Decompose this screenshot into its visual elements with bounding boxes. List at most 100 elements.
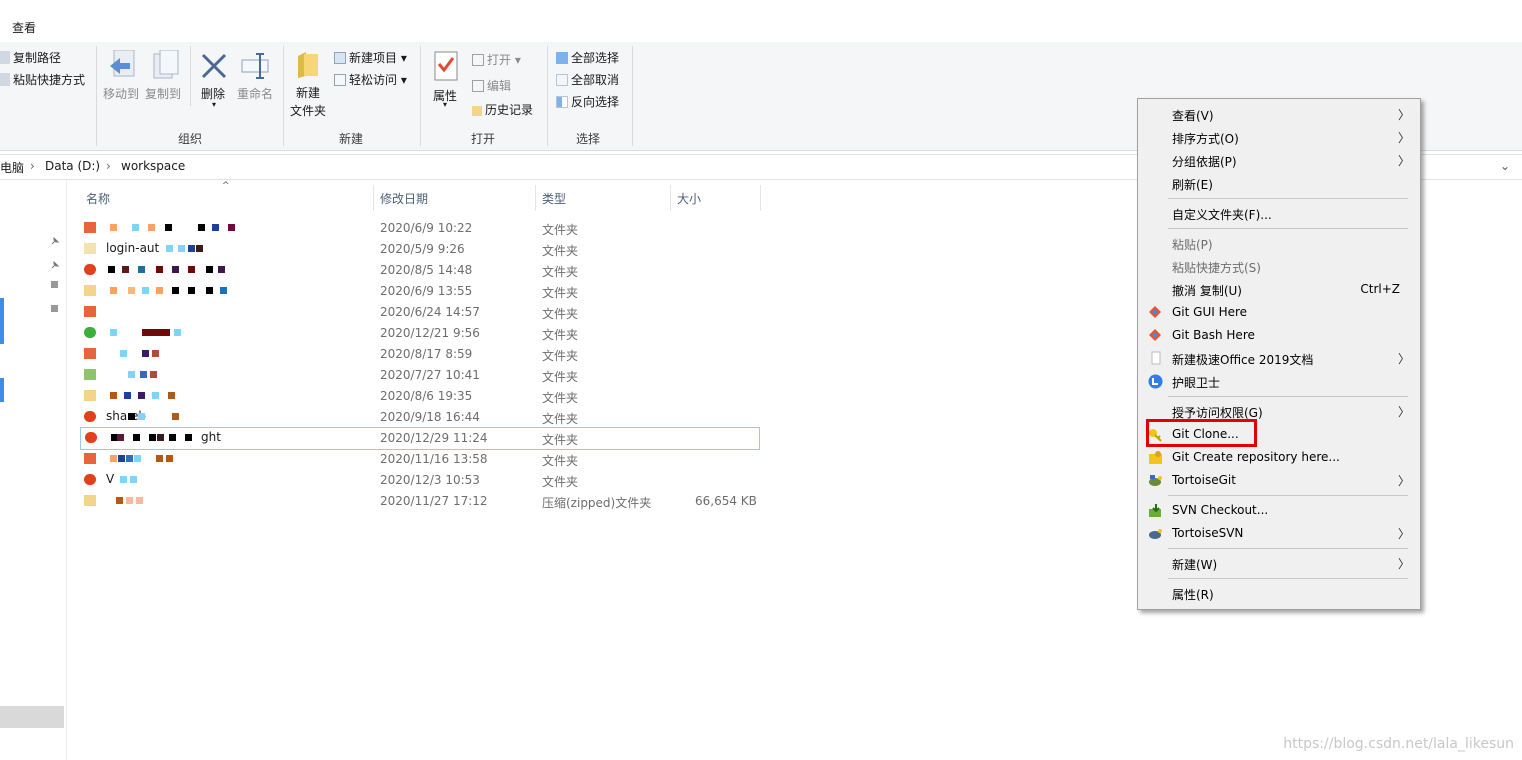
nav-item-selected[interactable] [0,706,64,728]
menu-item-git-bash[interactable]: Git Bash Here [1138,324,1420,346]
file-type: 文件夹 [542,349,579,363]
chevron-right-icon: 〉 [1397,405,1410,419]
blurred-pixel [116,497,123,504]
file-row[interactable]: 2020/8/5 14:48 文件夹 [80,260,758,281]
divider[interactable] [670,185,671,211]
blurred-pixel [124,392,131,399]
column-header-type[interactable]: 类型 [542,190,566,207]
move-to-button[interactable]: 移动到 [103,85,139,102]
blurred-pixel [138,413,145,420]
copy-path-button[interactable]: 复制路径 [0,49,61,66]
chevron-right-icon: 〉 [1397,108,1410,122]
file-row-selected[interactable]: ght 2020/12/29 11:24 文件夹 [80,427,760,450]
menu-item-group-by[interactable]: 分组依据(P) 〉 [1138,149,1420,171]
nav-item-highlight[interactable] [0,298,4,344]
blurred-pixel [196,245,203,252]
copy-path-icon [0,51,10,64]
file-row[interactable]: 2020/12/21 9:56 文件夹 [80,323,758,344]
menu-item-sort-by[interactable]: 排序方式(O) 〉 [1138,126,1420,148]
easy-access-button[interactable]: 轻松访问 ▾ [334,71,407,88]
context-menu: 查看(V) 〉 排序方式(O) 〉 分组依据(P) 〉 刷新(E) 自定义文件夹(F)… [1137,98,1421,610]
file-row[interactable]: 2020/8/6 19:35 文件夹 [80,386,758,407]
menu-item-new[interactable]: 新建(W) 〉 [1138,552,1420,574]
file-type: 文件夹 [542,433,579,447]
blurred-pixel [148,224,155,231]
file-row[interactable]: 2020/6/9 13:55 文件夹 [80,281,758,302]
file-row[interactable]: 2020/7/27 10:41 文件夹 [80,365,758,386]
file-row[interactable]: 2020/6/24 14:57 文件夹 [80,302,758,323]
rename-button[interactable]: 重命名 [237,85,273,102]
select-none-button[interactable]: 全部取消 [556,71,619,88]
menu-item-properties[interactable]: 属性(R) [1138,582,1420,604]
menu-item-view[interactable]: 查看(V) 〉 [1138,103,1420,125]
file-type: 文件夹 [542,286,579,300]
nav-item-highlight[interactable] [0,378,4,402]
blurred-pixel [142,287,149,294]
blurred-pixel [178,245,185,252]
menu-item-git-create[interactable]: Git Create repository here... [1138,446,1420,468]
document-icon [1148,351,1163,366]
blurred-pixel [169,434,176,441]
column-header-size[interactable]: 大小 [677,190,701,207]
edit-icon [472,80,484,92]
select-all-button[interactable]: 全部选择 [556,49,619,66]
file-row[interactable]: 2020/11/16 13:58 文件夹 [80,449,758,470]
menu-item-tortoisesvn[interactable]: TortoiseSVN 〉 [1138,522,1420,544]
paste-shortcut-button[interactable]: 粘贴快捷方式 [0,71,85,88]
blurred-pixel [168,392,175,399]
menu-item-paste[interactable]: 粘贴(P) [1138,232,1420,254]
new-item-button[interactable]: 新建项目 ▾ [334,49,407,66]
tab-view[interactable]: 查看 [12,19,36,36]
history-button[interactable]: 历史记录 [472,101,533,118]
blurred-pixel [138,392,145,399]
file-row[interactable]: 2020/8/17 8:59 文件夹 [80,344,758,365]
menu-item-new-office[interactable]: 新建极速Office 2019文档〉 [1138,347,1420,369]
copy-to-button[interactable]: 复制到 [145,85,181,102]
menu-item-eye-guard[interactable]: 护眼卫士 [1138,370,1420,392]
menu-item-paste-shortcut[interactable]: 粘贴快捷方式(S) [1138,255,1420,277]
column-header-name[interactable]: 名称 [86,190,110,207]
blurred-pixel [136,497,143,504]
breadcrumb-this-pc[interactable]: 电脑 [0,159,24,176]
file-row[interactable]: 2020/6/9 10:22 文件夹 [80,218,758,239]
file-row[interactable]: V 2020/12/3 10:53 文件夹 [80,470,758,491]
blurred-pixel [110,329,117,336]
divider[interactable] [760,185,761,211]
file-type: 文件夹 [542,391,579,405]
divider[interactable] [373,185,374,211]
blurred-pixel [149,434,156,441]
git-conflict-icon [84,474,96,485]
blurred-pixel [126,497,133,504]
new-folder-button[interactable]: 新建 [296,84,320,101]
new-folder-label: 文件夹 [290,104,327,118]
blurred-pixel [138,266,145,273]
zip-folder-icon [84,495,96,506]
menu-item-svn-checkout[interactable]: SVN Checkout... [1138,499,1420,521]
chevron-down-icon[interactable]: ⌄ [1500,159,1510,173]
menu-item-git-gui[interactable]: Git GUI Here [1138,301,1420,323]
blurred-pixel [150,371,157,378]
blurred-pixel [152,392,159,399]
file-row[interactable]: 2020/11/27 17:12 压缩(zipped)文件夹 66,654 KB [80,491,758,512]
menu-item-undo-copy[interactable]: 撤消 复制(U) Ctrl+Z [1138,278,1420,300]
file-date: 2020/11/27 17:12 [380,494,488,508]
sort-up-icon: ^ [222,181,230,191]
open-button[interactable]: 打开 ▾ [472,51,521,68]
file-row[interactable]: sha eb 2020/9/18 16:44 文件夹 [80,407,758,428]
blurred-pixel [133,434,140,441]
divider[interactable] [535,185,536,211]
file-date: 2020/5/9 9:26 [380,242,465,256]
invert-selection-button[interactable]: 反向选择 [556,93,619,110]
menu-item-tortoisegit[interactable]: TortoiseGit 〉 [1138,469,1420,491]
breadcrumb-workspace[interactable]: workspace [121,159,185,173]
menu-item-refresh[interactable]: 刷新(E) [1138,172,1420,194]
menu-item-customize-folder[interactable]: 自定义文件夹(F)... [1138,202,1420,224]
column-header-modified[interactable]: 修改日期 [380,190,428,207]
file-row[interactable]: login-aut 2020/5/9 9:26 文件夹 [80,239,758,260]
git-conflict-icon [84,264,96,275]
edit-button[interactable]: 编辑 [472,77,511,94]
divider [96,46,97,146]
file-size: 66,654 KB [695,494,757,508]
breadcrumb-data-d[interactable]: Data (D:) [45,159,100,173]
blurred-pixel [185,434,192,441]
